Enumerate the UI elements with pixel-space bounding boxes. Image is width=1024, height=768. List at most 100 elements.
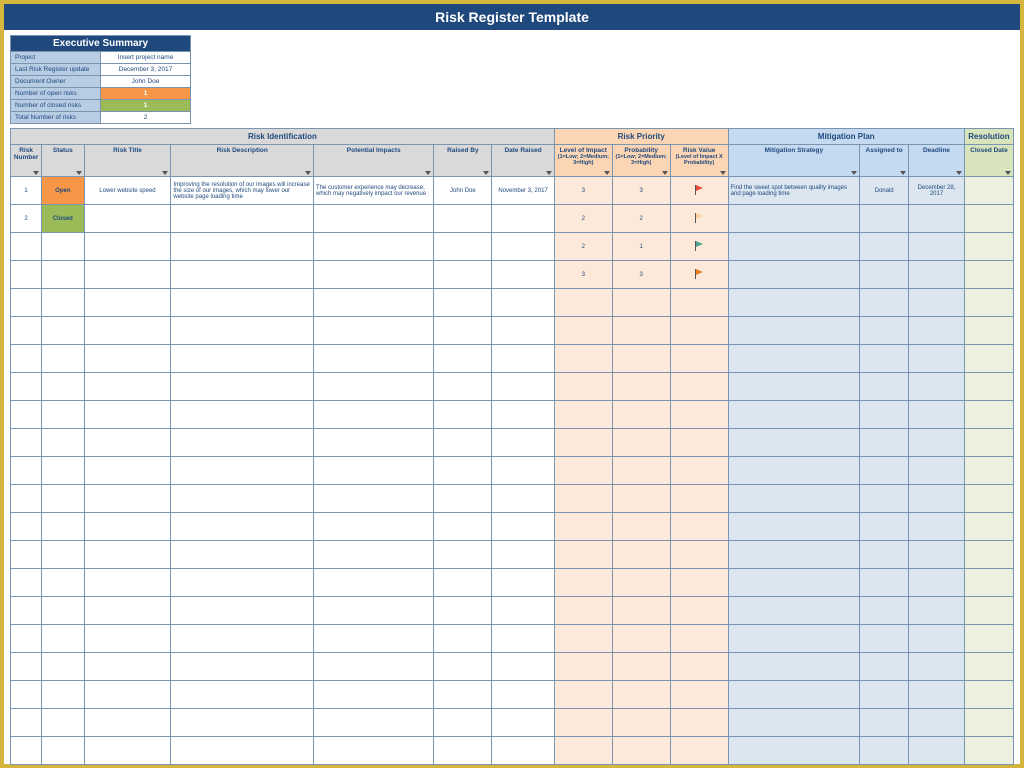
cell-risk-value[interactable]	[670, 289, 728, 317]
cell-closed[interactable]	[964, 373, 1013, 401]
cell-title[interactable]	[84, 373, 171, 401]
col-assigned-to[interactable]: Assigned to	[860, 145, 909, 177]
col-status[interactable]: Status	[42, 145, 84, 177]
cell-status[interactable]	[42, 513, 84, 541]
cell-title[interactable]	[84, 261, 171, 289]
cell-status[interactable]	[42, 541, 84, 569]
cell-risk-value[interactable]	[670, 709, 728, 737]
cell-number[interactable]	[11, 653, 42, 681]
cell-strategy[interactable]	[728, 681, 859, 709]
cell-probability[interactable]	[612, 317, 670, 345]
cell-assigned[interactable]	[860, 569, 909, 597]
cell-status[interactable]	[42, 317, 84, 345]
cell-strategy[interactable]	[728, 345, 859, 373]
cell-title[interactable]	[84, 429, 171, 457]
cell-strategy[interactable]	[728, 625, 859, 653]
cell-strategy[interactable]	[728, 317, 859, 345]
cell-date-raised[interactable]	[492, 317, 554, 345]
cell-risk-value[interactable]	[670, 681, 728, 709]
cell-impacts[interactable]	[314, 541, 434, 569]
cell-assigned[interactable]	[860, 457, 909, 485]
cell-title[interactable]	[84, 457, 171, 485]
cell-probability[interactable]	[612, 289, 670, 317]
cell-deadline[interactable]	[909, 289, 965, 317]
cell-date-raised[interactable]	[492, 709, 554, 737]
cell-impact[interactable]	[554, 345, 612, 373]
cell-description[interactable]	[171, 317, 314, 345]
cell-raised-by[interactable]	[434, 233, 492, 261]
cell-raised-by[interactable]	[434, 401, 492, 429]
cell-risk-value[interactable]	[670, 429, 728, 457]
cell-impacts[interactable]	[314, 261, 434, 289]
cell-impact[interactable]	[554, 485, 612, 513]
cell-impacts[interactable]	[314, 597, 434, 625]
cell-impact[interactable]	[554, 541, 612, 569]
table-row[interactable]: 2Closed22	[11, 205, 1014, 233]
cell-probability[interactable]	[612, 681, 670, 709]
cell-title[interactable]	[84, 737, 171, 765]
cell-number[interactable]	[11, 513, 42, 541]
cell-strategy[interactable]	[728, 513, 859, 541]
cell-description[interactable]	[171, 737, 314, 765]
cell-number[interactable]	[11, 569, 42, 597]
cell-number[interactable]	[11, 597, 42, 625]
cell-risk-value[interactable]	[670, 485, 728, 513]
cell-impact[interactable]	[554, 625, 612, 653]
cell-deadline[interactable]	[909, 457, 965, 485]
cell-status[interactable]	[42, 233, 84, 261]
cell-date-raised[interactable]	[492, 485, 554, 513]
cell-raised-by[interactable]	[434, 541, 492, 569]
cell-description[interactable]	[171, 513, 314, 541]
cell-probability[interactable]: 1	[612, 233, 670, 261]
cell-status[interactable]	[42, 709, 84, 737]
cell-status[interactable]	[42, 625, 84, 653]
cell-deadline[interactable]	[909, 317, 965, 345]
cell-strategy[interactable]	[728, 597, 859, 625]
cell-number[interactable]	[11, 233, 42, 261]
cell-deadline[interactable]	[909, 569, 965, 597]
cell-assigned[interactable]	[860, 233, 909, 261]
cell-impact[interactable]	[554, 317, 612, 345]
cell-status[interactable]	[42, 261, 84, 289]
table-row[interactable]	[11, 485, 1014, 513]
cell-impact[interactable]	[554, 457, 612, 485]
cell-probability[interactable]	[612, 401, 670, 429]
cell-assigned[interactable]: Donald	[860, 177, 909, 205]
cell-date-raised[interactable]	[492, 289, 554, 317]
cell-assigned[interactable]	[860, 289, 909, 317]
cell-assigned[interactable]	[860, 597, 909, 625]
cell-risk-value[interactable]	[670, 317, 728, 345]
cell-impacts[interactable]	[314, 653, 434, 681]
cell-closed[interactable]	[964, 597, 1013, 625]
cell-probability[interactable]: 2	[612, 205, 670, 233]
cell-description[interactable]	[171, 625, 314, 653]
cell-closed[interactable]	[964, 317, 1013, 345]
cell-number[interactable]	[11, 485, 42, 513]
cell-title[interactable]	[84, 625, 171, 653]
cell-title[interactable]: Lower website speed	[84, 177, 171, 205]
table-row[interactable]	[11, 373, 1014, 401]
cell-probability[interactable]	[612, 457, 670, 485]
col-mitigation-strategy[interactable]: Mitigation Strategy	[728, 145, 859, 177]
cell-number[interactable]	[11, 289, 42, 317]
cell-description[interactable]	[171, 345, 314, 373]
col-probability[interactable]: Probability(1=Low; 2=Medium; 3=High)	[612, 145, 670, 177]
cell-deadline[interactable]	[909, 541, 965, 569]
cell-number[interactable]	[11, 429, 42, 457]
cell-status[interactable]	[42, 597, 84, 625]
cell-deadline[interactable]: December 28, 2017	[909, 177, 965, 205]
cell-assigned[interactable]	[860, 401, 909, 429]
filter-icon[interactable]	[851, 171, 857, 175]
cell-closed[interactable]	[964, 429, 1013, 457]
cell-raised-by[interactable]	[434, 457, 492, 485]
cell-closed[interactable]	[964, 541, 1013, 569]
cell-probability[interactable]	[612, 597, 670, 625]
cell-deadline[interactable]	[909, 261, 965, 289]
col-risk-number[interactable]: Risk Number	[11, 145, 42, 177]
cell-assigned[interactable]	[860, 345, 909, 373]
cell-assigned[interactable]	[860, 429, 909, 457]
filter-icon[interactable]	[33, 171, 39, 175]
cell-title[interactable]	[84, 541, 171, 569]
cell-closed[interactable]	[964, 737, 1013, 765]
cell-risk-value[interactable]	[670, 513, 728, 541]
